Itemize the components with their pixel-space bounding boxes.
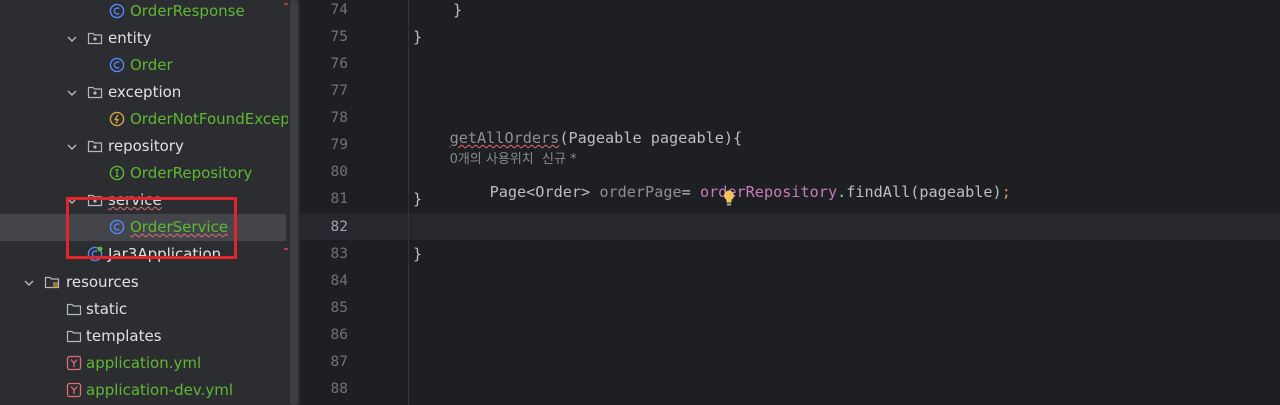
tree-item-label: OrderRepository <box>130 164 253 182</box>
package-folder-icon <box>87 192 103 208</box>
line-number: 87 <box>330 354 348 370</box>
line-number: 81 <box>330 191 348 207</box>
line-number: 74 <box>330 2 348 18</box>
tree-item-label: templates <box>86 327 162 345</box>
project-tree: OrderResponse entity Order exception Ord… <box>0 0 288 405</box>
tree-item-label: OrderResponse <box>130 2 245 20</box>
tree-item-label: resources <box>66 273 139 291</box>
tree-item-label: entity <box>108 29 152 47</box>
tree-item-order-repository[interactable]: OrderRepository <box>0 160 288 187</box>
spring-boot-class-icon <box>87 246 103 262</box>
yaml-file-icon <box>66 382 82 398</box>
chevron-down-icon[interactable] <box>67 142 77 152</box>
tree-item-repository[interactable]: repository <box>0 133 288 160</box>
package-folder-icon <box>87 138 103 154</box>
chevron-down-icon[interactable] <box>67 196 77 206</box>
field-reference: orderRepository <box>699 183 838 201</box>
tree-item-entity[interactable]: entity <box>0 25 288 52</box>
tree-item-order[interactable]: Order <box>0 52 288 79</box>
code-line-74: } <box>453 1 463 19</box>
tree-item-application-dev-yml[interactable]: application-dev.yml <box>0 377 288 404</box>
tree-item-order-response[interactable]: OrderResponse <box>0 0 288 25</box>
code-line-75: } <box>413 28 423 46</box>
line-number: 77 <box>330 83 348 99</box>
semicolon: ; <box>1001 183 1011 201</box>
package-folder-icon <box>87 84 103 100</box>
tree-item-application-yml[interactable]: application.yml <box>0 350 288 377</box>
method-name[interactable]: getAllOrders <box>450 129 560 147</box>
line-number: 75 <box>330 29 348 45</box>
line-number-gutter: 74 75 76 77 78 79 80 81 82 83 84 85 86 8… <box>300 0 409 405</box>
code-line-83: } <box>413 245 423 263</box>
line-number: 78 <box>330 110 348 126</box>
line-number: 85 <box>330 300 348 316</box>
chevron-down-icon[interactable] <box>67 34 77 44</box>
scrollbar-thumb[interactable] <box>290 0 298 405</box>
type-name: Page<Order> <box>489 183 591 201</box>
class-icon <box>109 3 125 19</box>
tree-item-resources[interactable]: resources <box>0 269 288 296</box>
interface-icon <box>109 165 125 181</box>
tree-item-static[interactable]: static <box>0 296 288 323</box>
line-number: 83 <box>330 246 348 262</box>
tree-item-label: OrderNotFoundException <box>130 110 288 128</box>
lightbulb-icon[interactable] <box>722 189 736 211</box>
resources-folder-icon <box>44 274 60 290</box>
chevron-down-icon[interactable] <box>24 278 34 288</box>
line-number: 86 <box>330 327 348 343</box>
tree-item-exception[interactable]: exception <box>0 79 288 106</box>
chevron-down-icon[interactable] <box>67 88 77 98</box>
tree-item-label: static <box>86 300 128 318</box>
exception-class-icon <box>109 111 125 127</box>
tree-item-label: Order <box>130 56 173 74</box>
class-icon <box>109 219 125 235</box>
assign-op: = <box>681 183 691 201</box>
line-number: 80 <box>330 164 348 180</box>
variable-name: orderPage <box>599 183 682 201</box>
line-number: 79 <box>330 137 348 153</box>
tree-item-label: application-dev.yml <box>86 381 234 399</box>
tree-item-label: application.yml <box>86 354 202 372</box>
code-line-81: } <box>413 190 423 208</box>
method-call: .findAll(pageable) <box>837 183 1002 201</box>
tree-item-label: Jar3Application <box>108 245 222 263</box>
folder-icon <box>66 301 82 317</box>
line-number: 76 <box>330 56 348 72</box>
method-signature: (Pageable pageable){ <box>559 129 743 147</box>
code-editor[interactable]: 74 75 76 77 78 79 80 81 82 83 84 85 86 8… <box>300 0 1280 405</box>
package-folder-icon <box>87 30 103 46</box>
tree-item-jar3-application[interactable]: Jar3Application <box>0 241 288 268</box>
tree-item-label: service <box>108 191 162 209</box>
tree-item-templates[interactable]: templates <box>0 323 288 350</box>
tree-scrollbar[interactable] <box>288 0 300 405</box>
line-number-current: 82 <box>330 219 348 235</box>
line-number: 88 <box>330 381 348 397</box>
tree-item-order-not-found-exception[interactable]: OrderNotFoundException <box>0 106 288 133</box>
class-icon <box>109 57 125 73</box>
tree-item-label: OrderService <box>130 218 229 236</box>
tree-item-service[interactable]: service <box>0 187 288 214</box>
tree-item-label: exception <box>108 83 182 101</box>
tree-item-label: repository <box>108 137 184 155</box>
yaml-file-icon <box>66 355 82 371</box>
tree-item-order-service[interactable]: OrderService <box>0 214 286 241</box>
folder-icon <box>66 328 82 344</box>
line-number: 84 <box>330 273 348 289</box>
